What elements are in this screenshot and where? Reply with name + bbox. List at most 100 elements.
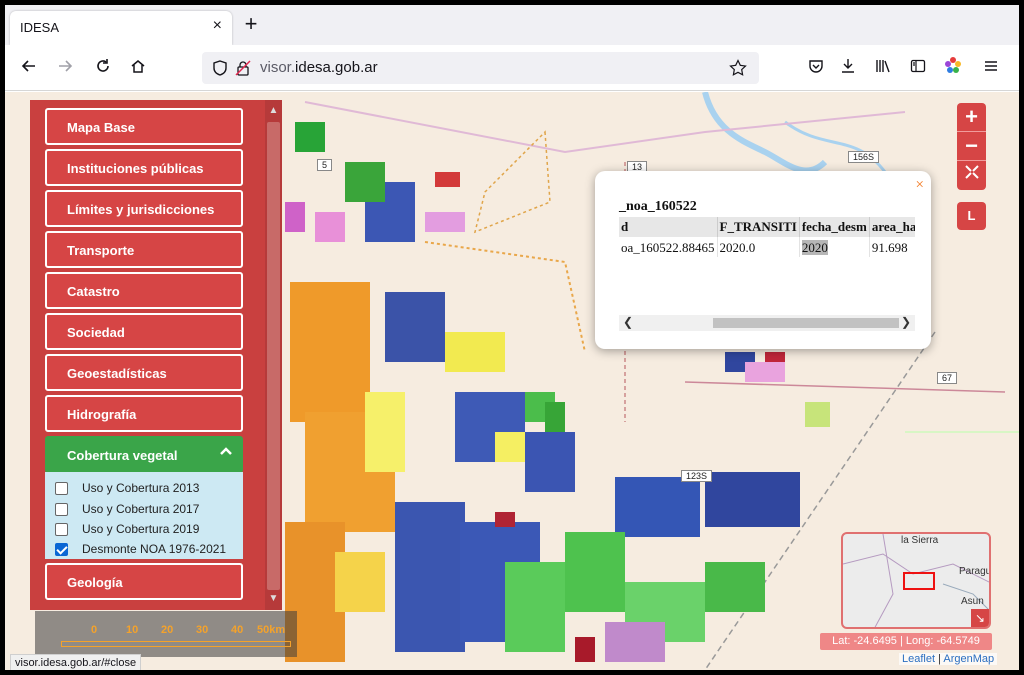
argenmap-link[interactable]: ArgenMap <box>943 653 994 665</box>
leaflet-link[interactable]: Leaflet <box>902 653 935 665</box>
highlighted-text: 2020 <box>801 240 828 255</box>
checkbox-checked[interactable] <box>55 543 68 556</box>
minimap-label: Asun <box>961 596 984 607</box>
category-limites[interactable]: Límites y jurisdicciones <box>45 190 243 227</box>
zoom-controls: + − <box>957 103 986 190</box>
checkbox[interactable] <box>55 523 68 536</box>
sublayer-label: Uso y Cobertura 2017 <box>82 502 200 516</box>
minimap[interactable]: la Sierra Paragu Asun ↘ <box>841 532 991 629</box>
sublayer-label: Uso y Cobertura 2019 <box>82 522 200 536</box>
layers-toggle-button[interactable]: L <box>957 202 986 230</box>
checkbox[interactable] <box>55 503 68 516</box>
scroll-up-icon[interactable]: ▲ <box>267 104 280 118</box>
forward-button[interactable] <box>51 54 79 82</box>
scroll-down-icon[interactable]: ▼ <box>267 592 280 606</box>
chevron-up-icon <box>220 447 232 455</box>
column-header: fecha_desm <box>799 217 870 237</box>
road-label-5: 5 <box>317 159 333 171</box>
status-bar-url: visor.idesa.gob.ar/#close <box>10 654 142 670</box>
scroll-thumb[interactable] <box>713 318 899 328</box>
sublayer-list: Uso y Cobertura 2013 Uso y Cobertura 201… <box>45 472 243 559</box>
table-cell: 2020.0 <box>717 237 800 257</box>
home-icon <box>131 60 145 73</box>
scale-bar: 0 10 20 30 40 50km <box>35 611 297 657</box>
popup-horizontal-scrollbar[interactable]: ❮ ❯ <box>619 315 915 331</box>
layer-panel: ▲ ▼ Mapa Base Instituciones públicas Lím… <box>30 100 282 610</box>
fullscreen-button[interactable] <box>957 161 986 190</box>
panel-scrollbar[interactable]: ▲ ▼ <box>265 100 282 610</box>
popup-close-icon[interactable]: × <box>916 177 924 194</box>
reload-button[interactable] <box>89 54 117 82</box>
minimap-toggle-icon[interactable]: ↘ <box>971 609 989 627</box>
new-tab-button[interactable]: + <box>237 11 265 39</box>
category-transporte[interactable]: Transporte <box>45 231 243 268</box>
table-cell: 91.698 <box>869 237 915 257</box>
scroll-right-icon[interactable]: ❯ <box>901 315 911 330</box>
url-domain-prefix: visor. <box>260 59 296 76</box>
tab-idesa[interactable]: IDESA × <box>10 11 232 45</box>
zoom-out-button[interactable]: − <box>957 132 986 161</box>
color-wheel-icon <box>945 57 961 73</box>
category-geologia[interactable]: Geología <box>45 563 243 600</box>
sidebar-icon <box>910 59 926 73</box>
category-cobertura-vegetal[interactable]: Cobertura vegetal <box>45 436 243 473</box>
downloads-button[interactable] <box>834 54 862 82</box>
column-header: area_ha <box>869 217 915 237</box>
download-icon <box>842 59 854 73</box>
category-hidrografia[interactable]: Hidrografía <box>45 395 243 432</box>
coordinates-readout: Lat: -24.6495 | Long: -64.5749 <box>820 633 992 650</box>
menu-button[interactable] <box>977 54 1005 82</box>
road-label-67: 67 <box>937 372 958 384</box>
tab-close-icon[interactable]: × <box>213 17 222 35</box>
category-geoestadisticas[interactable]: Geoestadísticas <box>45 354 243 391</box>
tab-strip: IDESA × + <box>5 5 1019 45</box>
table-row: oa_160522.88465 2020.0 2020 91.698 <box>619 237 915 257</box>
sidebar-button[interactable] <box>904 54 932 82</box>
fullscreen-icon <box>964 165 979 179</box>
home-button[interactable] <box>124 54 152 82</box>
extension-button[interactable] <box>939 54 967 82</box>
road-label-156s: 156S <box>848 151 880 163</box>
back-arrow-icon <box>21 60 35 72</box>
attribution-separator: | <box>938 653 941 665</box>
url-text[interactable]: visor.idesa.gob.ar <box>260 59 378 76</box>
map-attribution: Leaflet | ArgenMap <box>899 653 998 665</box>
feature-popup: × _noa_160522 d F_TRANSITI fecha_desm ar… <box>595 171 931 349</box>
table-cell: oa_160522.88465 <box>619 237 718 257</box>
library-icon <box>876 60 890 73</box>
minimap-label: la Sierra <box>901 535 939 546</box>
table-cell: 2020 <box>799 237 870 257</box>
url-host: idesa.gob.ar <box>295 59 378 76</box>
sublayer-label: Uso y Cobertura 2013 <box>82 481 200 495</box>
scroll-thumb[interactable] <box>267 122 280 590</box>
scale-tick-label: 0 <box>91 624 98 636</box>
back-button[interactable] <box>15 54 43 82</box>
column-header: d <box>619 217 718 237</box>
minimap-label: Paragu <box>959 566 991 577</box>
category-sociedad[interactable]: Sociedad <box>45 313 243 350</box>
popup-title: _noa_160522 <box>619 199 697 214</box>
nav-toolbar: visor.idesa.gob.ar <box>5 45 1019 91</box>
zoom-in-button[interactable]: + <box>957 103 986 132</box>
checkbox[interactable] <box>55 482 68 495</box>
attribute-table: d F_TRANSITI fecha_desm area_ha oa_16052… <box>619 217 915 257</box>
scale-line <box>61 641 291 647</box>
category-instituciones[interactable]: Instituciones públicas <box>45 149 243 186</box>
scroll-left-icon[interactable]: ❮ <box>623 315 633 330</box>
address-bar[interactable]: visor.idesa.gob.ar <box>202 52 759 84</box>
insecure-lock-icon[interactable] <box>235 60 251 76</box>
table-header-row: d F_TRANSITI fecha_desm area_ha <box>619 217 915 237</box>
shield-icon[interactable] <box>212 60 228 76</box>
browser-window: IDESA × + visor.idesa.gob.ar 5 13 156S 6… <box>0 0 1024 675</box>
scale-tick-label: 30 <box>196 624 209 636</box>
road-label-123s: 123S <box>681 470 713 482</box>
bookmark-star-icon[interactable] <box>729 59 747 77</box>
scale-tick-label: 50km <box>257 624 286 636</box>
pocket-button[interactable] <box>802 54 830 82</box>
library-button[interactable] <box>869 54 897 82</box>
category-mapa-base[interactable]: Mapa Base <box>45 108 243 145</box>
minimap-viewport-box[interactable] <box>903 572 935 590</box>
scale-tick-label: 20 <box>161 624 174 636</box>
category-catastro[interactable]: Catastro <box>45 272 243 309</box>
sublayer-label: Desmonte NOA 1976-2021 <box>82 542 227 556</box>
